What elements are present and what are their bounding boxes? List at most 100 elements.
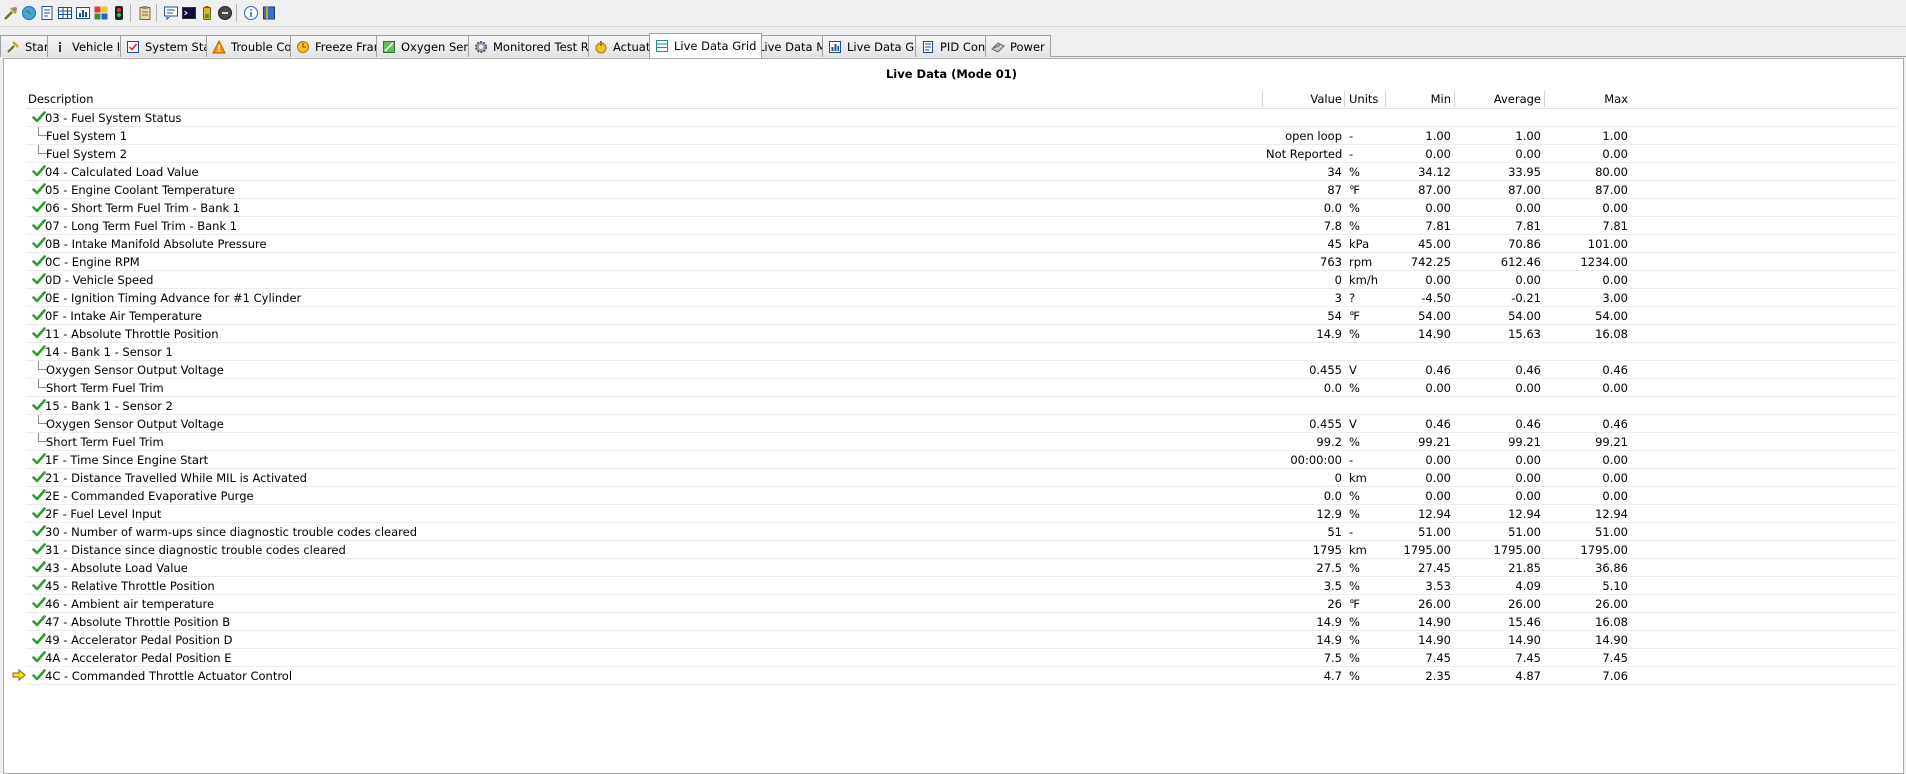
row-description: Fuel System 1	[46, 129, 128, 143]
table-row[interactable]: 0C - Engine RPM 763 rpm 742.25 612.46 1234.00	[26, 253, 1898, 271]
table-row[interactable]: 2E - Commanded Evaporative Purge 0.0% 0.00…	[26, 487, 1898, 505]
clipboard-icon[interactable]	[136, 4, 154, 22]
table-row[interactable]: 0E - Ignition Timing Advance for #1 Cyli…	[26, 289, 1898, 307]
checkmark-icon[interactable]	[32, 650, 46, 664]
checkmark-icon[interactable]	[32, 290, 46, 304]
report-icon[interactable]	[38, 4, 56, 22]
terminal-icon[interactable]	[180, 4, 198, 22]
row-max: 26.00	[1595, 597, 1628, 611]
table-row[interactable]: 47 - Absolute Throttle Position B 14.9% 14…	[26, 613, 1898, 631]
table-row[interactable]: 14 - Bank 1 - Sensor 1	[26, 343, 1898, 361]
checkmark-icon[interactable]	[32, 452, 46, 466]
table-row[interactable]: 49 - Accelerator Pedal Position D 14.9% 14…	[26, 631, 1898, 649]
connect-icon[interactable]	[2, 4, 20, 22]
book-icon[interactable]	[260, 4, 278, 22]
table-row[interactable]: 15 - Bank 1 - Sensor 2	[26, 397, 1898, 415]
grid-icon[interactable]	[56, 4, 74, 22]
table-row[interactable]: 06 - Short Term Fuel Trim - Bank 1 0.0% 0.…	[26, 199, 1898, 217]
row-min: 27.45	[1418, 561, 1451, 575]
table-row[interactable]: 21 - Distance Travelled While MIL is Act…	[26, 469, 1898, 487]
row-value: 3	[1334, 291, 1342, 305]
table-row[interactable]: 43 - Absolute Load Value 27.5% 27.45 21.85 3…	[26, 559, 1898, 577]
checkmark-icon[interactable]	[32, 182, 46, 196]
table-row[interactable]: 07 - Long Term Fuel Trim - Bank 1 7.8% 7.8…	[26, 217, 1898, 235]
row-max: 99.21	[1595, 435, 1628, 449]
graph-icon	[828, 40, 842, 54]
live-data-table: Description Value Units Min Average Max …	[12, 89, 1898, 685]
row-average: 0.00	[1515, 453, 1541, 467]
row-average: 7.81	[1515, 219, 1541, 233]
chat-icon[interactable]	[162, 4, 180, 22]
column-value[interactable]: Value	[1266, 92, 1342, 106]
checkmark-icon[interactable]	[32, 524, 46, 538]
row-description: 07 - Long Term Fuel Trim - Bank 1	[45, 219, 238, 233]
table-row[interactable]: Short Term Fuel Trim 99.2% 99.21 99.21 99.21	[26, 433, 1898, 451]
checkmark-icon[interactable]	[32, 218, 46, 232]
row-units: %	[1349, 669, 1360, 683]
checkmark-icon[interactable]	[32, 632, 46, 646]
table-row[interactable]: 03 - Fuel System Status	[26, 109, 1898, 127]
info-icon[interactable]	[242, 4, 260, 22]
table-row[interactable]: Oxygen Sensor Output Voltage 0.455 V 0.46 0.…	[26, 361, 1898, 379]
stop-icon[interactable]	[216, 4, 234, 22]
column-max[interactable]: Max	[1548, 92, 1628, 106]
battery-icon[interactable]	[198, 4, 216, 22]
column-min[interactable]: Min	[1389, 92, 1451, 106]
table-row[interactable]: 45 - Relative Throttle Position 3.5% 3.53 4…	[26, 577, 1898, 595]
row-max: 7.06	[1602, 669, 1628, 683]
checkmark-icon[interactable]	[32, 110, 46, 124]
checkmark-icon[interactable]	[32, 254, 46, 268]
table-row[interactable]: 2F - Fuel Level Input 12.9% 12.94 12.94 12.9…	[26, 505, 1898, 523]
row-units: ℉	[1349, 597, 1360, 611]
checkmark-icon[interactable]	[32, 200, 46, 214]
checkmark-icon[interactable]	[32, 272, 46, 286]
checkmark-icon[interactable]	[32, 560, 46, 574]
table-row[interactable]: Fuel System 1 open loop - 1.00 1.00 1.00	[26, 127, 1898, 145]
table-row[interactable]: 0B - Intake Manifold Absolute Pressure 45…	[26, 235, 1898, 253]
row-min: 12.94	[1418, 507, 1451, 521]
checkmark-icon[interactable]	[32, 596, 46, 610]
checkmark-icon[interactable]	[32, 398, 46, 412]
column-average[interactable]: Average	[1458, 92, 1541, 106]
table-row[interactable]: 05 - Engine Coolant Temperature 87 ℉ 87.00 8…	[26, 181, 1898, 199]
table-row[interactable]: Short Term Fuel Trim 0.0% 0.00 0.00 0.00	[26, 379, 1898, 397]
globe-icon[interactable]	[20, 4, 38, 22]
checkmark-icon[interactable]	[32, 668, 46, 682]
table-row[interactable]: 04 - Calculated Load Value 34% 34.12 33.95 8…	[26, 163, 1898, 181]
table-row[interactable]: 0D - Vehicle Speed 0 km/h 0.00 0.00 0.00	[26, 271, 1898, 289]
table-row[interactable]: Oxygen Sensor Output Voltage 0.455 V 0.46 0.…	[26, 415, 1898, 433]
row-units: %	[1349, 615, 1360, 629]
table-row[interactable]: Fuel System 2 Not Reported - 0.00 0.00 0.00	[26, 145, 1898, 163]
table-row[interactable]: 11 - Absolute Throttle Position 14.9% 14.9…	[26, 325, 1898, 343]
checkmark-icon[interactable]	[32, 578, 46, 592]
checkmark-icon[interactable]	[32, 614, 46, 628]
row-max: 7.81	[1602, 219, 1628, 233]
dollar-icon[interactable]	[110, 4, 128, 22]
checkmark-icon[interactable]	[32, 326, 46, 340]
checkmark-icon[interactable]	[32, 470, 46, 484]
table-row[interactable]: 1F - Time Since Engine Start 00:00:00- 0.0…	[26, 451, 1898, 469]
row-min: 0.46	[1425, 363, 1451, 377]
row-description: 4A - Accelerator Pedal Position E	[45, 651, 232, 665]
checkmark-icon[interactable]	[32, 506, 46, 520]
row-units: -	[1349, 453, 1354, 467]
chart-color-icon[interactable]	[92, 4, 110, 22]
column-description[interactable]: Description	[28, 92, 94, 106]
table-row[interactable]: 0F - Intake Air Temperature 54 ℉ 54.00 54.00…	[26, 307, 1898, 325]
checkmark-icon[interactable]	[32, 542, 46, 556]
tab-power[interactable]: Power	[985, 35, 1051, 57]
checkmark-icon[interactable]	[32, 308, 46, 322]
checkmark-icon[interactable]	[32, 488, 46, 502]
tab-live-data-grid[interactable]: Live Data Grid	[649, 33, 763, 58]
column-units[interactable]: Units	[1349, 92, 1378, 106]
table-icon[interactable]	[74, 4, 92, 22]
checkmark-icon[interactable]	[32, 344, 46, 358]
table-row[interactable]: 46 - Ambient air temperature 26 ℉ 26.00 26.0…	[26, 595, 1898, 613]
table-row[interactable]: 4A - Accelerator Pedal Position E 7.5% 7.4…	[26, 649, 1898, 667]
table-row[interactable]: 30 - Number of warm-ups since diagnostic…	[26, 523, 1898, 541]
table-row[interactable]: 4C - Commanded Throttle Actuator Control…	[12, 667, 1898, 685]
checkmark-icon[interactable]	[32, 236, 46, 250]
table-row[interactable]: 31 - Distance since diagnostic trouble c…	[26, 541, 1898, 559]
row-max: 36.86	[1595, 561, 1628, 575]
checkmark-icon[interactable]	[32, 164, 46, 178]
